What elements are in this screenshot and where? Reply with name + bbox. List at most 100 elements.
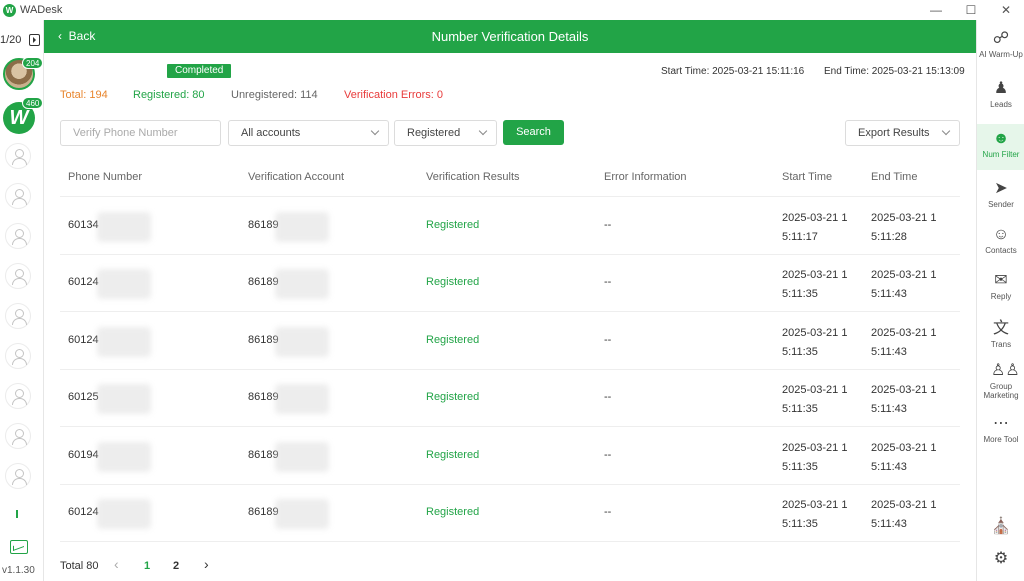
contacts-label: Contacts	[985, 246, 1017, 255]
phone-search-field[interactable]	[60, 120, 221, 146]
more-tool-button[interactable]: ⋯ More Tool	[977, 415, 1024, 444]
unread-badge: 460	[22, 97, 44, 109]
empty-account-icon[interactable]	[5, 463, 31, 489]
empty-account-icon[interactable]	[5, 143, 31, 169]
empty-account-icon[interactable]	[5, 183, 31, 209]
redacted-blur	[97, 212, 151, 242]
chevron-down-icon	[478, 126, 488, 136]
sender-label: Sender	[988, 200, 1014, 209]
ellipsis-icon: ⋯	[993, 415, 1009, 432]
status-select-value: Registered	[407, 127, 461, 139]
error-info-cell: --	[604, 333, 612, 346]
verification-result-cell: Registered	[426, 448, 480, 461]
account-sidebar: 1/20 204 W 460 v1.1.30	[0, 20, 44, 581]
prev-page-button[interactable]: ‹	[114, 556, 119, 572]
page-2-button[interactable]: 2	[173, 560, 179, 572]
next-page-button[interactable]: ›	[204, 556, 209, 572]
verification-account-cell: 86189	[248, 333, 279, 346]
account-select[interactable]: All accounts	[228, 120, 389, 146]
group-marketing-button[interactable]: ♙♙ Group Marketing	[977, 362, 1024, 400]
scroll-indicator[interactable]	[16, 510, 18, 518]
end-time: End Time: 2025-03-21 15:13:09	[824, 66, 965, 77]
table-row: 60194 86189 Registered -- 2025-03-21 15:11:3…	[60, 428, 960, 485]
minimize-button[interactable]: —	[920, 0, 952, 20]
empty-account-icon[interactable]	[5, 263, 31, 289]
start-time: Start Time: 2025-03-21 15:11:16	[661, 66, 805, 77]
collapse-sidebar-icon[interactable]	[29, 34, 40, 46]
verification-result-cell: Registered	[426, 219, 480, 231]
search-button[interactable]: Search	[503, 120, 564, 145]
status-badge: Completed	[167, 64, 232, 78]
total-records: Total 80	[60, 560, 99, 572]
column-header: Verification Results	[426, 171, 520, 183]
redacted-blur	[97, 269, 151, 300]
phone-number-cell: 60124	[68, 506, 99, 518]
title-bar: W WADesk — ☐ ✕	[0, 0, 1024, 20]
error-info-cell: --	[604, 448, 612, 461]
settings-button[interactable]: ⚙	[977, 550, 1024, 570]
table-row: 60125 86189 Registered -- 2025-03-21 15:11:3…	[60, 370, 960, 428]
registered-count: Registered: 80	[133, 89, 205, 101]
trans-button[interactable]: 文 Trans	[977, 320, 1024, 349]
more-tool-label: More Tool	[983, 435, 1019, 444]
contacts-button[interactable]: ☺ Contacts	[977, 226, 1024, 255]
redacted-blur	[275, 326, 329, 357]
reply-button[interactable]: ✉ Reply	[977, 272, 1024, 301]
start-time-cell: 2025-03-21 15:11:35	[782, 269, 848, 301]
verification-result-cell: Registered	[426, 276, 480, 289]
chevron-down-icon	[941, 126, 951, 136]
ai-warm-up-label: AI Warm-Up	[979, 50, 1023, 59]
table-header: Phone Number Verification Account Verifi…	[60, 160, 960, 197]
status-select[interactable]: Registered	[394, 120, 497, 146]
verification-result-cell: Registered	[426, 333, 480, 346]
main-panel: ‹ Back Number Verification Details Compl…	[44, 20, 976, 581]
reply-label: Reply	[990, 292, 1012, 301]
num-filter-button[interactable]: ☻ Num Filter	[977, 124, 1024, 170]
store-button[interactable]: ⛪	[977, 518, 1024, 538]
empty-account-icon[interactable]	[5, 383, 31, 409]
store-icon: ⛪	[991, 518, 1011, 535]
translate-icon: 文	[992, 320, 1009, 337]
chat-bubble-icon: ✉	[994, 272, 1008, 289]
phone-number-cell: 60194	[68, 448, 99, 461]
start-time-cell: 2025-03-21 15:11:35	[782, 499, 848, 530]
verification-account-cell: 86189	[248, 219, 279, 231]
empty-account-icon[interactable]	[5, 423, 31, 449]
sender-button[interactable]: ➤ Sender	[977, 180, 1024, 209]
phone-number-cell: 60134	[68, 219, 99, 231]
leads-button[interactable]: ♟ Leads	[977, 80, 1024, 109]
redacted-blur	[275, 441, 329, 472]
redacted-blur	[275, 212, 329, 242]
page-1-button[interactable]: 1	[144, 560, 150, 572]
redacted-blur	[275, 384, 329, 415]
phone-search-input[interactable]	[73, 122, 220, 144]
end-time-cell: 2025-03-21 15:11:43	[871, 384, 937, 416]
error-info-cell: --	[604, 276, 612, 289]
end-time-cell: 2025-03-21 15:11:28	[871, 212, 937, 243]
app-version: v1.1.30	[2, 565, 35, 576]
empty-account-icon[interactable]	[5, 343, 31, 369]
group-icon: ♙♙	[991, 362, 1020, 379]
column-header: End Time	[871, 171, 918, 183]
empty-account-icon[interactable]	[5, 303, 31, 329]
error-info-cell: --	[604, 391, 612, 404]
column-header: Verification Account	[248, 171, 345, 183]
ai-warm-up-button[interactable]: ☍ AI Warm-Up	[977, 30, 1024, 59]
redacted-blur	[275, 269, 329, 300]
export-results-button[interactable]: Export Results	[845, 120, 960, 146]
error-info-cell: --	[604, 219, 612, 231]
leads-label: Leads	[990, 100, 1012, 109]
column-header: Start Time	[782, 171, 833, 183]
maximize-button[interactable]: ☐	[955, 0, 987, 20]
table-row: 60134 86189 Registered -- 2025-03-21 15:11:1…	[60, 198, 960, 255]
start-time-cell: 2025-03-21 15:11:35	[782, 441, 848, 473]
redacted-blur	[97, 326, 151, 357]
page-header: ‹ Back Number Verification Details	[44, 20, 976, 53]
close-button[interactable]: ✕	[990, 0, 1022, 20]
tools-sidebar: ☍ AI Warm-Up ♟ Leads ☻ Num Filter ➤ Send…	[976, 20, 1024, 581]
empty-account-icon[interactable]	[5, 223, 31, 249]
start-time-cell: 2025-03-21 15:11:35	[782, 326, 848, 358]
monitor-chart-icon[interactable]	[10, 540, 28, 554]
phone-number-cell: 60124	[68, 333, 99, 346]
start-time-cell: 2025-03-21 15:11:17	[782, 212, 848, 243]
